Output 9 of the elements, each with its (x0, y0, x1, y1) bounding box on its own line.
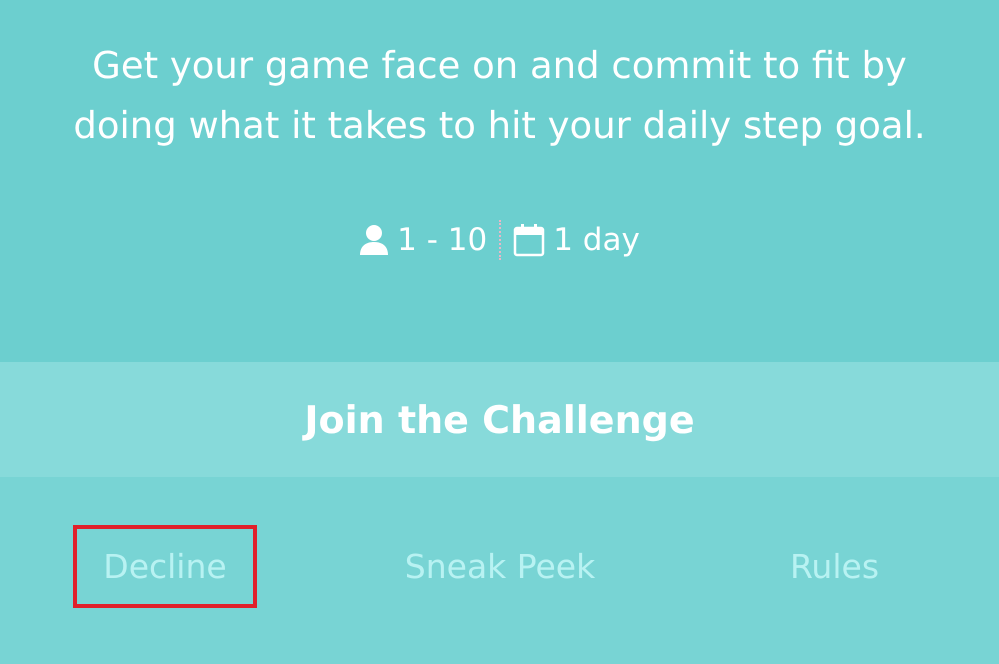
challenge-description: Get your game face on and commit to fit by doing what it takes to hit your daily step goal. (72, 43, 927, 149)
person-icon (359, 224, 390, 256)
footer-link[interactable]: Rules (760, 525, 910, 608)
footer-link[interactable]: Sneak Peek (374, 525, 626, 608)
calendar-icon (513, 223, 546, 257)
join-button[interactable]: Join the Challenge (0, 362, 999, 477)
meta-text: 1 - 10 (397, 222, 488, 258)
meta-text: 1 day (553, 222, 640, 258)
footer-link[interactable]: Decline (73, 525, 257, 608)
